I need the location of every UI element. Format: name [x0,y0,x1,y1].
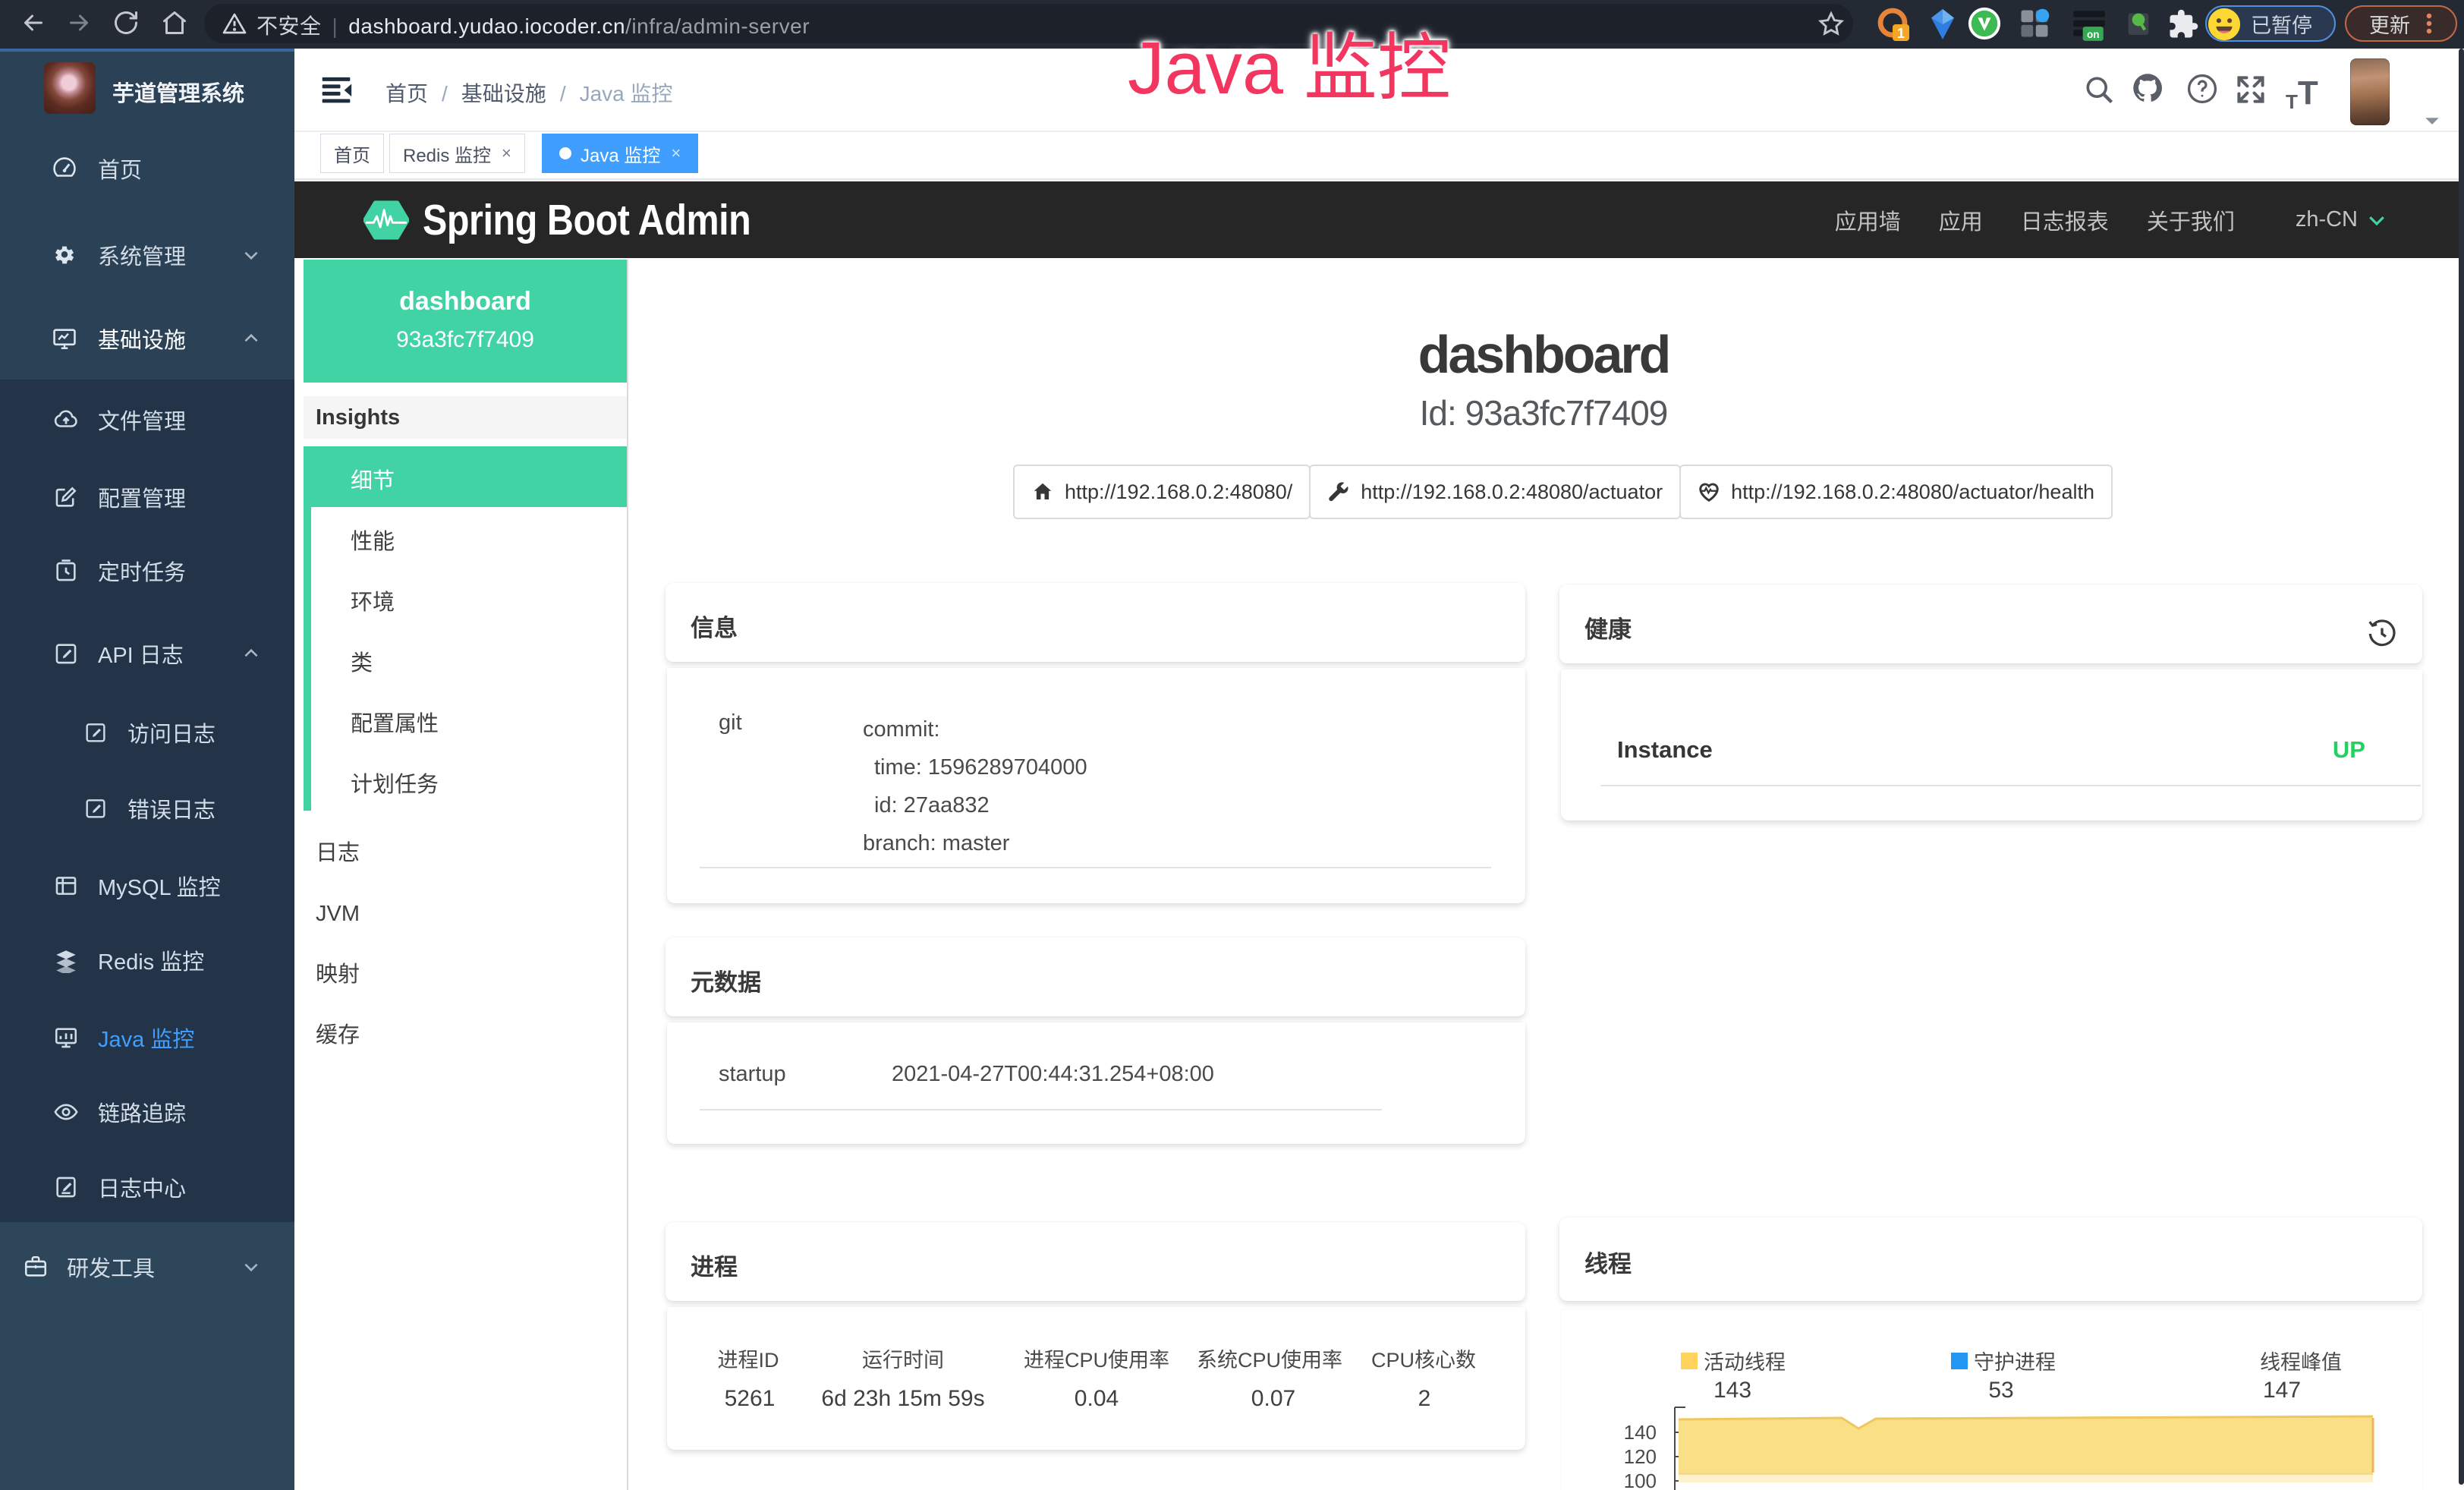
svg-text:on: on [2087,29,2100,40]
svg-text:1: 1 [1897,26,1905,41]
